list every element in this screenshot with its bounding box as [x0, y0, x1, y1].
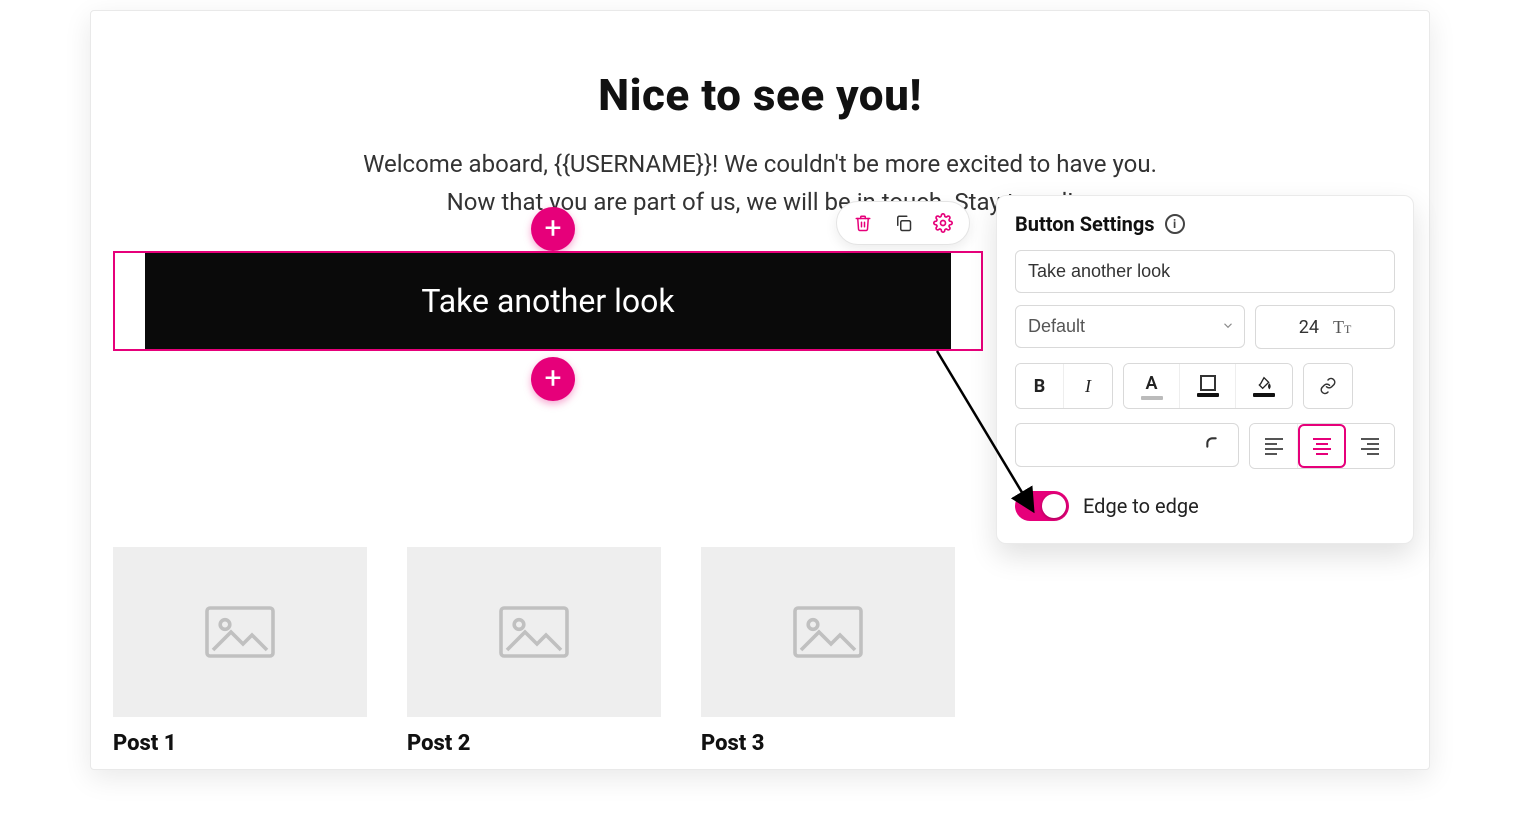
image-icon [498, 604, 570, 660]
post-card[interactable]: Post 3 [701, 547, 955, 756]
button-text-input[interactable] [1015, 250, 1395, 293]
post-title: Post 2 [407, 731, 661, 756]
link-group [1303, 363, 1353, 409]
cta-button-label: Take another look [421, 282, 674, 320]
image-placeholder[interactable] [407, 547, 661, 717]
toggle-knob [1042, 494, 1066, 518]
font-family-value[interactable] [1015, 305, 1245, 348]
square-icon [1200, 375, 1216, 391]
italic-button[interactable]: I [1064, 364, 1112, 408]
link-button[interactable] [1304, 364, 1352, 408]
align-left-icon [1265, 438, 1283, 455]
posts-grid: Post 1 Post 2 Post 3 [113, 547, 955, 756]
trash-icon [854, 214, 872, 232]
font-size-field[interactable]: 24 TT [1255, 305, 1395, 349]
image-icon [204, 604, 276, 660]
text-size-icon: TT [1333, 317, 1351, 338]
copy-icon [894, 214, 912, 232]
intro-line-1: Welcome aboard, {{USERNAME}}! We couldn'… [363, 150, 1157, 178]
image-placeholder[interactable] [701, 547, 955, 717]
align-right-icon [1361, 438, 1379, 455]
post-card[interactable]: Post 2 [407, 547, 661, 756]
align-left-button[interactable] [1250, 424, 1298, 468]
link-icon [1319, 377, 1337, 395]
corner-radius-icon [1204, 435, 1224, 455]
align-right-button[interactable] [1346, 424, 1394, 468]
delete-button[interactable] [849, 209, 877, 237]
alignment-group [1249, 423, 1395, 469]
plus-icon: + [544, 214, 561, 244]
cta-button[interactable]: Take another look [145, 253, 951, 349]
italic-icon: I [1085, 376, 1091, 397]
plus-icon: + [544, 364, 561, 394]
edge-to-edge-toggle[interactable] [1015, 491, 1069, 521]
post-title: Post 3 [701, 731, 955, 756]
text-style-group: B I [1015, 363, 1113, 409]
edge-to-edge-label: Edge to edge [1083, 494, 1199, 518]
post-card[interactable]: Post 1 [113, 547, 367, 756]
add-block-below-button[interactable]: + [531, 357, 575, 401]
fill-color-button[interactable] [1236, 364, 1292, 408]
element-toolbar [836, 201, 970, 245]
align-center-icon [1313, 438, 1331, 455]
editor-canvas: Nice to see you! Welcome aboard, {{USERN… [90, 10, 1430, 770]
add-block-above-button[interactable]: + [531, 207, 575, 251]
duplicate-button[interactable] [889, 209, 917, 237]
text-color-button[interactable]: A [1124, 364, 1180, 408]
background-color-button[interactable] [1180, 364, 1236, 408]
align-center-button[interactable] [1298, 424, 1346, 468]
button-block-selected[interactable]: Take another look [113, 251, 983, 351]
image-placeholder[interactable] [113, 547, 367, 717]
info-icon[interactable]: i [1165, 214, 1185, 234]
border-radius-field[interactable] [1015, 423, 1239, 467]
color-group: A [1123, 363, 1293, 409]
page-title[interactable]: Nice to see you! [91, 69, 1429, 121]
settings-button[interactable] [929, 209, 957, 237]
font-family-select[interactable] [1015, 305, 1245, 349]
gear-icon [933, 213, 953, 233]
text-color-icon: A [1145, 373, 1157, 394]
post-title: Post 1 [113, 731, 367, 756]
bold-button[interactable]: B [1016, 364, 1064, 408]
paint-bucket-icon [1255, 375, 1273, 391]
image-icon [792, 604, 864, 660]
panel-title: Button Settings [1015, 212, 1155, 236]
button-settings-panel: Button Settings i 24 TT B [996, 195, 1414, 544]
font-size-value: 24 [1299, 317, 1319, 338]
bold-icon: B [1034, 376, 1046, 397]
